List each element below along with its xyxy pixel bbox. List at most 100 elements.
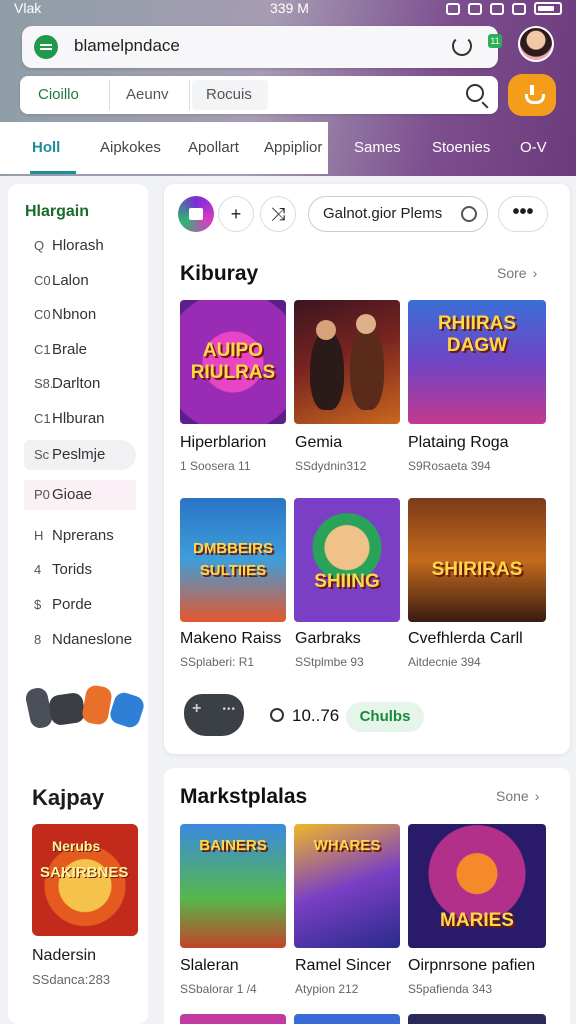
- status-bar: Vlak 339 M: [0, 0, 576, 20]
- game-thumbnail[interactable]: AUIPO RIULRAS: [180, 300, 286, 424]
- sidebar-section-title: Kajpay: [32, 785, 105, 810]
- wifi-icon: [490, 2, 504, 15]
- sidebar-item[interactable]: C1Brale: [24, 335, 136, 365]
- game-subtitle: SSbalorar 1 /4: [180, 982, 257, 996]
- clock: 339 M: [270, 0, 309, 16]
- filter-segment-1[interactable]: Cioillo: [24, 80, 110, 110]
- game-subtitle: 1 Soosera 11: [180, 459, 251, 473]
- sidebar-item[interactable]: H Nprerans: [24, 521, 136, 551]
- sidebar-item[interactable]: S8.Darlton: [24, 369, 136, 399]
- tab-games[interactable]: Sames: [354, 122, 401, 174]
- game-title[interactable]: Ramel Sincer: [295, 957, 391, 975]
- game-title[interactable]: Makeno Raiss: [180, 630, 281, 648]
- filter-segment-2[interactable]: Aeunv: [112, 80, 190, 110]
- category-icon: 4: [34, 562, 42, 577]
- tab-3[interactable]: Apollart: [188, 122, 239, 174]
- sidebar-item[interactable]: $ Porde: [24, 590, 136, 620]
- address-bar[interactable]: blamelpndace: [22, 26, 498, 68]
- search-icon[interactable]: [466, 84, 484, 102]
- url-text[interactable]: blamelpndace: [74, 36, 180, 56]
- game-thumbnail[interactable]: SHIRIRAS: [408, 498, 546, 622]
- game-title[interactable]: Plataing Roga: [408, 434, 509, 452]
- shuffle-icon[interactable]: ⤨: [260, 196, 296, 232]
- library-see-more[interactable]: Sore ›: [497, 265, 537, 281]
- category-icon: C1: [34, 411, 51, 426]
- alarm-icon: [446, 2, 460, 15]
- sidebar-item[interactable]: C0Nbnon: [24, 300, 136, 330]
- game-thumbnail[interactable]: SHIING: [294, 498, 400, 622]
- marketplace-see-more[interactable]: Sone ›: [496, 788, 539, 804]
- search-icon: [461, 206, 477, 222]
- notification-badge[interactable]: 11: [488, 34, 502, 48]
- avatar[interactable]: [518, 26, 554, 62]
- game-thumbnail[interactable]: [294, 300, 400, 424]
- gamepad-icon[interactable]: [184, 694, 244, 736]
- sidebar-item[interactable]: Sc Peslmje: [24, 440, 136, 470]
- filter-segment-3[interactable]: Rocuis: [192, 80, 268, 110]
- game-title[interactable]: Oirpnrsone pafien: [408, 957, 535, 975]
- sync-icon: [468, 2, 482, 15]
- search-row[interactable]: Cioillo Aeunv Rocuis: [20, 76, 498, 114]
- tab-home[interactable]: Holl: [29, 122, 77, 174]
- game-title[interactable]: Slaleran: [180, 957, 239, 975]
- collection-icon: C0: [34, 307, 51, 322]
- signal-icon: [512, 2, 526, 15]
- toolbar: + ⤨ Galnot.gior Plems •••: [178, 196, 558, 232]
- category-icon: S8.: [34, 376, 54, 391]
- tab-bar: Holl Aipkokes Apollart Appiplior Sames S…: [0, 122, 576, 174]
- player-count: 10..76: [270, 706, 339, 726]
- clubs-button[interactable]: Chulbs: [346, 702, 424, 732]
- sidebar-item[interactable]: P0 Gioae: [24, 480, 136, 510]
- sidebar-title: Hlargain: [25, 203, 90, 220]
- game-subtitle: S5pafienda 343: [408, 982, 493, 996]
- game-subtitle: SSdydnin312: [295, 459, 367, 473]
- category-icon: Sc: [34, 447, 50, 462]
- game-subtitle: SStplmbe 93: [295, 655, 364, 669]
- download-button[interactable]: [508, 74, 556, 116]
- game-thumbnail[interactable]: MARIES: [408, 824, 546, 948]
- library-search-input[interactable]: Galnot.gior Plems: [308, 196, 488, 232]
- game-subtitle: Atypion 212: [295, 982, 359, 996]
- game-thumbnail[interactable]: DMBBEIRS SULTIIES: [180, 498, 286, 622]
- sidebar-game-card[interactable]: Nerubs SAKIRBNES: [32, 824, 138, 936]
- more-options-button[interactable]: •••: [498, 196, 548, 232]
- status-icons: [446, 2, 562, 15]
- search-icon: Q: [34, 238, 45, 253]
- tab-2[interactable]: Aipkokes: [100, 122, 161, 174]
- game-thumbnail-partial[interactable]: [180, 1014, 286, 1024]
- game-title[interactable]: Garbraks: [295, 630, 361, 648]
- game-title[interactable]: Gemia: [295, 434, 342, 452]
- app-logo-icon[interactable]: [178, 196, 214, 232]
- tab-7[interactable]: O-V: [520, 122, 547, 174]
- menu-icon[interactable]: [34, 35, 58, 59]
- category-icon: P0: [34, 487, 50, 502]
- sidebar-item[interactable]: Q Hlorash: [24, 231, 136, 261]
- game-subtitle: Aitdecnie 394: [408, 655, 481, 669]
- sidebar-item[interactable]: 8 Ndaneslone: [24, 625, 136, 655]
- game-thumbnail[interactable]: RHIIRAS DAGW: [408, 300, 546, 424]
- add-icon[interactable]: +: [218, 196, 254, 232]
- carrier-label: Vlak: [14, 0, 42, 16]
- sidebar-game-sub: SSdanca:283: [32, 972, 111, 987]
- sidebar-item[interactable]: C0Lalon: [24, 266, 136, 296]
- sidebar-item[interactable]: C1Hlburan: [24, 404, 136, 434]
- reload-icon[interactable]: [452, 36, 472, 56]
- game-thumbnail[interactable]: WHARES: [294, 824, 400, 948]
- game-subtitle: S9Rosaeta 394: [408, 459, 491, 473]
- tab-6[interactable]: Stoenies: [432, 122, 490, 174]
- game-thumbnail-partial[interactable]: [408, 1014, 546, 1024]
- sidebar-item[interactable]: 4 Torids: [24, 555, 136, 585]
- collection-icon: C0: [34, 273, 51, 288]
- game-title[interactable]: Hiperblarion: [180, 434, 266, 452]
- library-title: Kiburay: [180, 262, 259, 285]
- controllers-illustration: [24, 680, 148, 740]
- game-thumbnail-partial[interactable]: [294, 1014, 400, 1024]
- tab-4[interactable]: Appiplior: [264, 122, 322, 174]
- category-icon: 8: [34, 632, 42, 647]
- sidebar-game-title[interactable]: Nadersin: [32, 947, 96, 965]
- battery-icon: [534, 2, 562, 15]
- game-subtitle: SSplaberi: R1: [180, 655, 255, 669]
- game-title[interactable]: Cvefhlerda Carll: [408, 630, 523, 648]
- search-icon: [270, 708, 284, 722]
- game-thumbnail[interactable]: BAINERS: [180, 824, 286, 948]
